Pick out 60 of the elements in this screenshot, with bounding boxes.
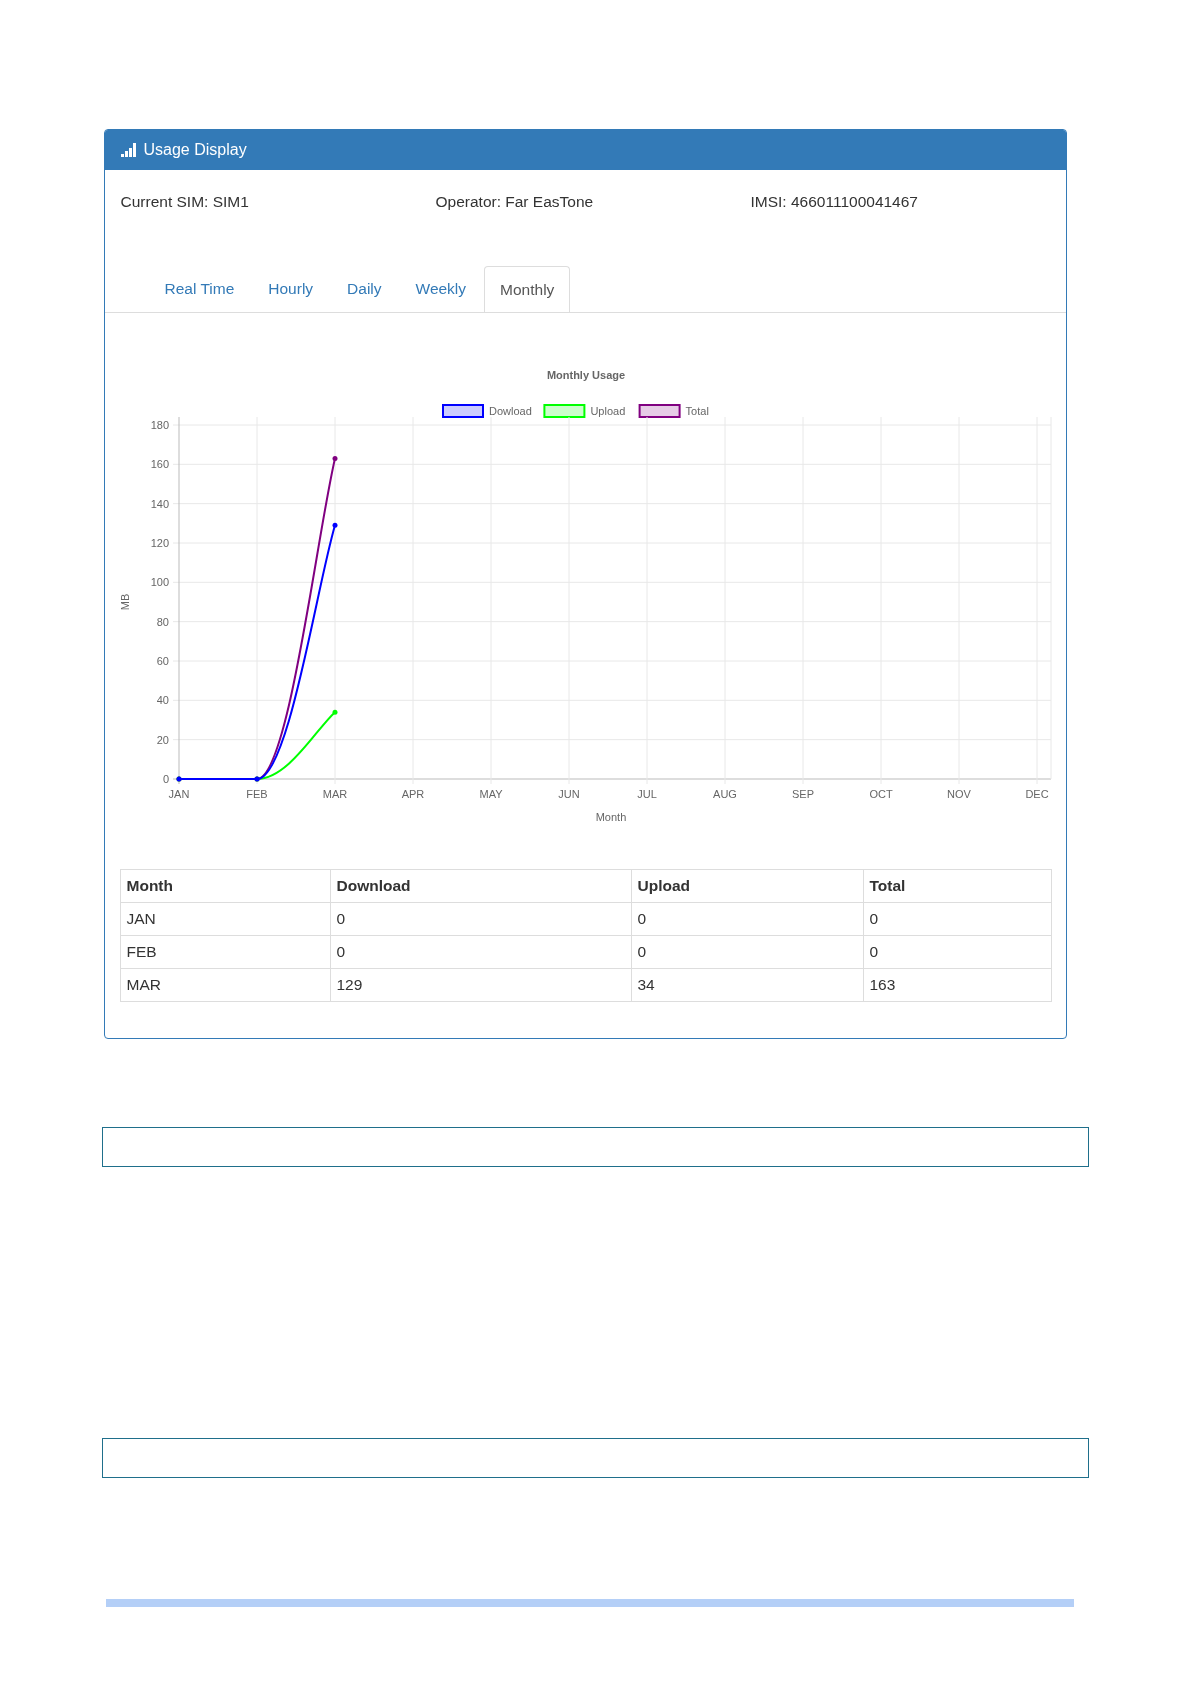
axis-title: MB bbox=[118, 593, 131, 611]
axis-tick-label: APR bbox=[401, 788, 424, 800]
table-cell: 34 bbox=[631, 968, 863, 1002]
table-cell: MAR bbox=[120, 968, 330, 1002]
table-cell: JAN bbox=[120, 902, 330, 936]
table-cell: FEB bbox=[120, 935, 330, 969]
tab[interactable]: Hourly bbox=[252, 266, 330, 311]
axis-tick-label: DEC bbox=[1024, 788, 1049, 800]
data-point bbox=[332, 455, 337, 461]
axis-tick-label: MAY bbox=[479, 788, 502, 800]
info-text: IMSI: 466011100041467 bbox=[750, 193, 919, 212]
legend-label: Total bbox=[685, 405, 709, 417]
column-header: Total bbox=[863, 869, 1051, 903]
axis-tick-label: 0 bbox=[162, 773, 169, 785]
data-point bbox=[332, 709, 337, 715]
axis-tick-label: 140 bbox=[150, 497, 169, 510]
table-cell: 0 bbox=[631, 902, 863, 936]
axis-tick-label: MAR bbox=[322, 788, 347, 800]
legend-label: Dowload bbox=[488, 405, 532, 417]
info-text: Current SIM: SIM1 bbox=[120, 193, 250, 212]
axis-title: Month bbox=[595, 811, 626, 823]
axis-tick-label: JUL bbox=[636, 788, 657, 800]
legend-swatch bbox=[542, 404, 585, 418]
axis-tick-label: 40 bbox=[156, 694, 169, 707]
axis-tick-label: NOV bbox=[946, 788, 971, 800]
chart-title: Monthly Usage bbox=[546, 369, 625, 381]
axis-tick-label: 120 bbox=[150, 537, 169, 549]
axis-tick-label: 160 bbox=[150, 458, 169, 471]
axis-tick-label: 100 bbox=[150, 576, 169, 589]
data-point bbox=[332, 522, 337, 528]
info-text: Operator: Far EasTone bbox=[435, 193, 595, 212]
column-header: Month bbox=[120, 869, 330, 903]
axis-tick-label: 80 bbox=[156, 615, 169, 628]
axis-tick-label: AUG bbox=[712, 788, 737, 800]
table-cell: 0 bbox=[330, 902, 631, 936]
table-cell: 129 bbox=[330, 968, 631, 1002]
axis-tick-label: 20 bbox=[156, 733, 169, 746]
table-cell: 0 bbox=[863, 935, 1051, 969]
column-header: Download bbox=[330, 869, 631, 903]
tab[interactable]: Real Time bbox=[148, 266, 251, 311]
signal-icon bbox=[120, 143, 138, 157]
legend-swatch bbox=[441, 404, 484, 418]
axis-tick-label: 60 bbox=[156, 655, 169, 667]
table-cell: 0 bbox=[330, 935, 631, 969]
table-cell: 163 bbox=[863, 968, 1051, 1002]
legend-label: Upload bbox=[589, 405, 625, 417]
axis-tick-label: SEP bbox=[791, 788, 814, 800]
tab[interactable]: Daily bbox=[331, 266, 398, 311]
column-header: Upload bbox=[631, 869, 863, 903]
axis-tick-label: OCT bbox=[868, 788, 893, 800]
axis-tick-label: JAN bbox=[168, 788, 189, 800]
table-cell: 0 bbox=[863, 902, 1051, 936]
legend-swatch bbox=[638, 404, 681, 418]
axis-tick-label: FEB bbox=[245, 788, 268, 800]
panel-title: Usage Display bbox=[143, 141, 247, 159]
table-cell: 0 bbox=[631, 935, 863, 969]
axis-tick-label: JUN bbox=[557, 788, 580, 800]
tab[interactable]: Weekly bbox=[399, 266, 483, 311]
axis-tick-label: 180 bbox=[150, 419, 169, 431]
tab[interactable]: Monthly bbox=[484, 266, 571, 312]
